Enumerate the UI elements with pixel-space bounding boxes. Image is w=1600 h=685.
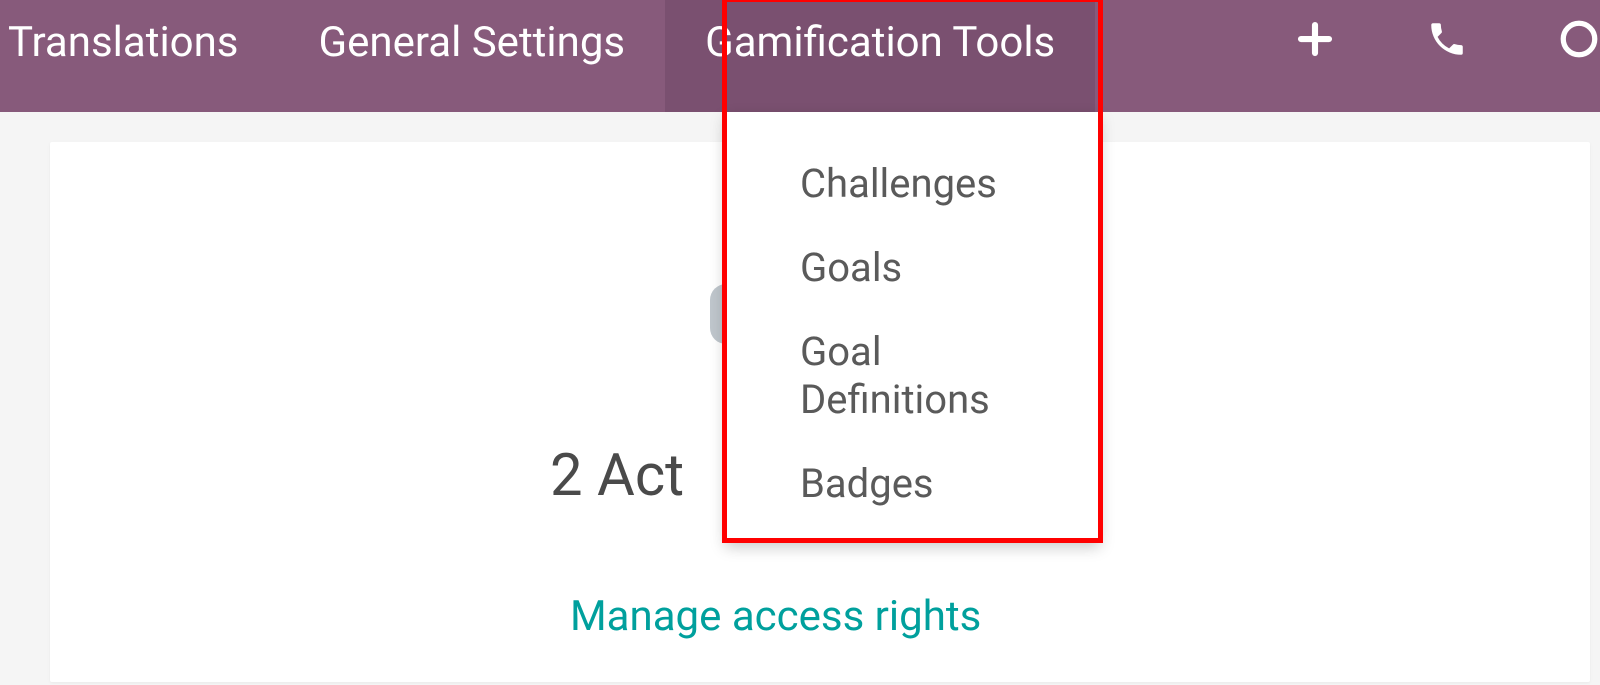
menu-translations[interactable]: Translations	[0, 0, 279, 112]
menu-label: General Settings	[319, 14, 626, 73]
dropdown-item-goals[interactable]: Goals	[725, 226, 1100, 310]
topbar: Translations General Settings Gamificati…	[0, 0, 1600, 112]
phone-button[interactable]	[1381, 0, 1513, 112]
phone-icon	[1426, 18, 1468, 71]
dropdown-item-goal-definitions[interactable]: Goal Definitions	[725, 310, 1100, 442]
menu-general-settings[interactable]: General Settings	[279, 0, 666, 112]
dropdown-label: Goals	[800, 244, 902, 291]
partial-icon[interactable]	[1513, 0, 1600, 112]
new-button[interactable]	[1249, 0, 1381, 112]
plus-icon	[1294, 18, 1336, 71]
menu-label: Translations	[8, 14, 239, 73]
dropdown-item-challenges[interactable]: Challenges	[725, 142, 1100, 226]
dropdown-item-badges[interactable]: Badges	[725, 442, 1100, 526]
dropdown-label: Badges	[800, 460, 934, 507]
record-count-text: 2 Act	[550, 442, 684, 510]
dropdown-label: Challenges	[800, 160, 997, 207]
circle-icon	[1558, 18, 1600, 71]
menu-gamification-tools[interactable]: Gamification Tools	[665, 0, 1095, 112]
dropdown-label: Goal Definitions	[800, 328, 990, 423]
gamification-tools-dropdown: Challenges Goals Goal Definitions Badges	[725, 112, 1100, 541]
manage-access-rights-link[interactable]: Manage access rights	[570, 592, 981, 641]
menu-label: Gamification Tools	[705, 14, 1055, 73]
